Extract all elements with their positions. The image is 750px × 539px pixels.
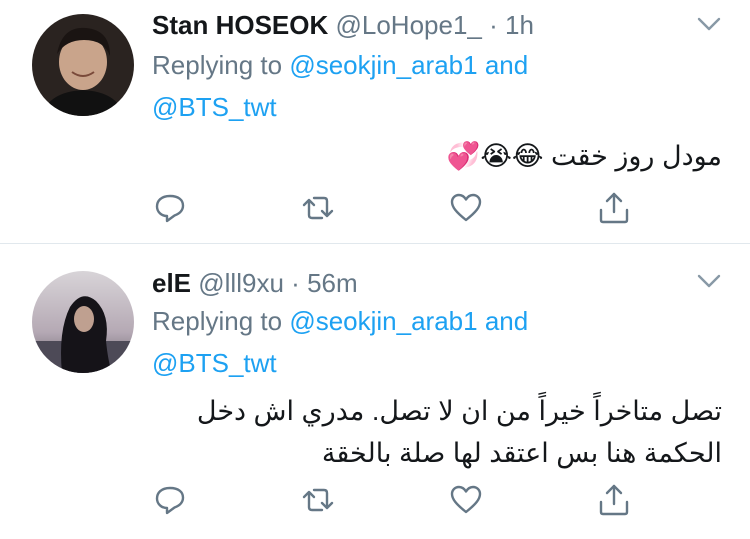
and-text[interactable]: and	[485, 50, 528, 80]
avatar[interactable]	[32, 14, 134, 116]
display-name[interactable]: Stan HOSEOK	[152, 10, 328, 40]
tweet[interactable]: elE @lll9xu · 56m Replying to @seokjin_a…	[0, 244, 750, 539]
tweet-actions	[150, 190, 630, 230]
tweet[interactable]: Stan HOSEOK @LoHope1_ · 1h Replying to @…	[0, 0, 750, 243]
tweet-text: تصل متاخراً خيراً من ان لا تصل. مدري اش …	[196, 396, 722, 468]
tweet-header: Stan HOSEOK @LoHope1_ · 1h	[152, 10, 534, 41]
replying-to: Replying to @seokjin_arab1 and @BTS_twt	[152, 300, 528, 384]
replying-prefix: Replying to	[152, 306, 290, 336]
avatar[interactable]	[32, 271, 134, 373]
display-name[interactable]: elE	[152, 268, 191, 298]
and-text[interactable]: and	[485, 306, 528, 336]
tweet-text: مودل روز خقت 😂😭💞	[446, 141, 722, 171]
timestamp[interactable]: 56m	[307, 268, 358, 298]
retweet-button[interactable]	[300, 482, 336, 518]
separator-dot: ·	[291, 268, 300, 298]
user-handle[interactable]: @LoHope1_	[335, 10, 481, 40]
share-icon	[599, 192, 629, 224]
chevron-down-icon[interactable]	[694, 12, 724, 36]
retweet-button[interactable]	[300, 190, 336, 226]
mention-link[interactable]: @BTS_twt	[152, 348, 277, 378]
reply-button[interactable]	[152, 190, 188, 226]
like-button[interactable]	[448, 482, 484, 518]
tweet-actions	[150, 482, 630, 522]
user-handle[interactable]: @lll9xu	[198, 268, 284, 298]
tweet-header: elE @lll9xu · 56m	[152, 268, 358, 299]
heart-icon	[450, 193, 482, 222]
like-button[interactable]	[448, 190, 484, 226]
replying-prefix: Replying to	[152, 50, 290, 80]
reply-button[interactable]	[152, 482, 188, 518]
mention-link[interactable]: @BTS_twt	[152, 92, 277, 122]
chevron-down-icon[interactable]	[694, 269, 724, 293]
retweet-icon	[302, 488, 334, 512]
share-icon	[599, 484, 629, 516]
reply-icon	[155, 194, 185, 223]
reply-icon	[155, 486, 185, 515]
heart-icon	[450, 485, 482, 514]
share-button[interactable]	[596, 190, 632, 226]
mention-link[interactable]: @seokjin_arab1	[289, 50, 477, 80]
share-button[interactable]	[596, 482, 632, 518]
mention-link[interactable]: @seokjin_arab1	[289, 306, 477, 336]
retweet-icon	[302, 196, 334, 220]
separator-dot: ·	[489, 10, 498, 40]
replying-to: Replying to @seokjin_arab1 and @BTS_twt	[152, 44, 528, 128]
timestamp[interactable]: 1h	[505, 10, 534, 40]
